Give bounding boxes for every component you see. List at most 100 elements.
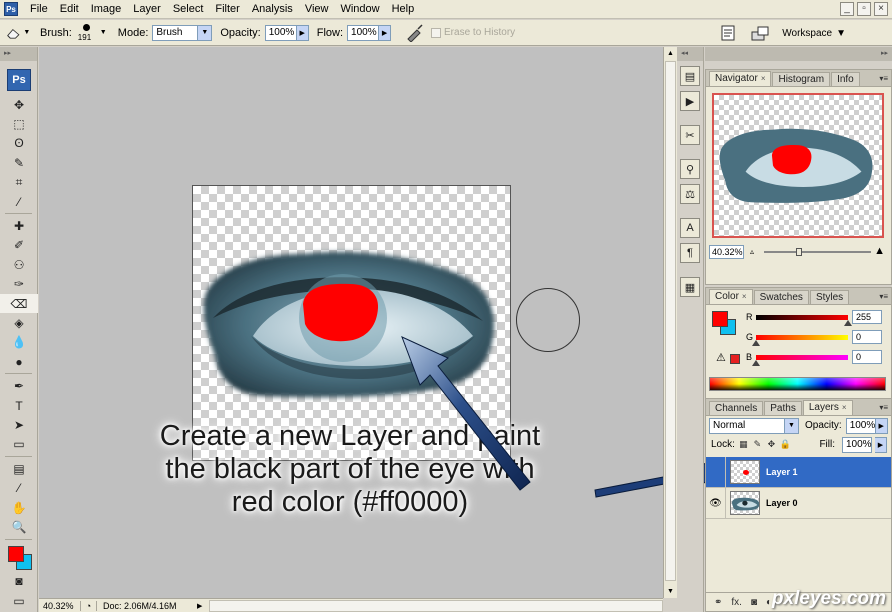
lock-position-icon[interactable]: ✥ xyxy=(766,439,777,450)
panel-menu-icon[interactable]: ▾≡ xyxy=(879,72,888,86)
blue-channel-input[interactable]: 0 xyxy=(852,350,882,364)
color-foreground-swatch[interactable] xyxy=(712,311,728,327)
panel-menu-icon[interactable]: ▾≡ xyxy=(879,401,888,415)
layer-style-icon[interactable]: fx. xyxy=(731,597,742,608)
bridge-icon[interactable] xyxy=(750,24,770,42)
document-icon[interactable] xyxy=(718,24,738,42)
restore-button[interactable]: ▫ xyxy=(857,2,871,16)
flow-input[interactable]: 100% xyxy=(347,24,380,41)
menu-window[interactable]: Window xyxy=(334,0,385,19)
status-icon[interactable]: ◔ xyxy=(81,600,97,611)
notes-icon[interactable]: ▤ xyxy=(0,459,38,478)
layer-name[interactable]: Layer 0 xyxy=(766,498,798,508)
menu-layer[interactable]: Layer xyxy=(127,0,167,19)
pen-icon[interactable]: ✒ xyxy=(0,376,38,395)
actions-panel-icon[interactable]: ▶ xyxy=(680,91,700,111)
vertical-scrollbar[interactable]: ▲ ▼ xyxy=(663,47,677,598)
menu-select[interactable]: Select xyxy=(167,0,210,19)
brush-dropdown-icon[interactable]: ▼ xyxy=(100,29,110,36)
tab-channels[interactable]: Channels xyxy=(709,401,764,415)
airbrush-icon[interactable] xyxy=(405,23,425,42)
eyedropper2-icon[interactable]: ⁄ xyxy=(0,478,38,497)
paragraph-panel-icon[interactable]: ¶ xyxy=(680,243,700,263)
lock-all-icon[interactable]: 🔒 xyxy=(780,439,791,450)
clone-source-icon[interactable]: ⚖ xyxy=(680,184,700,204)
navigator-zoom-input[interactable]: 40.32% xyxy=(709,245,744,259)
fill-slider-button[interactable]: ▶ xyxy=(875,436,887,453)
status-menu-icon[interactable]: ▶ xyxy=(197,602,209,610)
marquee-icon[interactable]: ⬚ xyxy=(0,114,38,133)
tab-layers[interactable]: Layers × xyxy=(802,400,853,415)
tab-color[interactable]: Color × xyxy=(709,289,753,304)
menu-file[interactable]: File xyxy=(24,0,54,19)
layer-row-layer-1[interactable]: Layer 1 xyxy=(706,456,891,488)
quick-mask-icon[interactable]: ◙ xyxy=(0,572,38,591)
red-channel-input[interactable]: 255 xyxy=(852,310,882,324)
layer-opacity-slider-button[interactable]: ▶ xyxy=(875,417,888,434)
paint-bucket-icon[interactable]: ◈ xyxy=(0,313,38,332)
eye-icon[interactable]: 👁 xyxy=(706,487,726,519)
menu-edit[interactable]: Edit xyxy=(54,0,85,19)
layer-row-layer-0[interactable]: 👁 Layer 0 xyxy=(706,487,891,519)
path-select-icon[interactable]: ➤ xyxy=(0,415,38,434)
close-button[interactable]: × xyxy=(874,2,888,16)
hand-icon[interactable]: ✋ xyxy=(0,498,38,517)
lock-pixels-icon[interactable]: ✎ xyxy=(752,439,763,450)
minimize-button[interactable]: _ xyxy=(840,2,854,16)
gamut-warning-icon[interactable]: ⚠ xyxy=(716,351,726,364)
toolbox-grip[interactable]: ▸▸ xyxy=(0,47,37,61)
link-layers-icon[interactable]: ⚭ xyxy=(714,597,722,608)
tab-navigator[interactable]: Navigator × xyxy=(709,71,772,86)
fill-input[interactable]: 100% xyxy=(842,436,872,453)
eraser-icon[interactable]: ⌫ xyxy=(0,293,38,314)
zoom-in-icon[interactable]: ▲ xyxy=(874,245,885,257)
horizontal-scrollbar[interactable] xyxy=(209,599,663,612)
blend-mode-select[interactable]: Normal ▼ xyxy=(709,417,799,434)
lock-transparency-icon[interactable]: ▦ xyxy=(738,439,749,450)
panel-menu-icon[interactable]: ▾≡ xyxy=(879,290,888,304)
strip-grip[interactable]: ◂◂ xyxy=(677,47,703,61)
green-channel-slider[interactable] xyxy=(752,334,848,346)
close-icon[interactable]: × xyxy=(742,292,747,301)
tool-presets-icon[interactable]: ✂ xyxy=(680,125,700,145)
move-icon[interactable]: ✥ xyxy=(0,95,38,114)
menu-view[interactable]: View xyxy=(299,0,335,19)
close-icon[interactable]: × xyxy=(761,74,766,83)
green-slider-knob[interactable] xyxy=(752,339,760,346)
foreground-color-swatch[interactable] xyxy=(8,545,24,562)
type-icon[interactable]: T xyxy=(0,396,38,415)
blue-slider-knob[interactable] xyxy=(752,359,760,366)
layer-comps-icon[interactable]: ▦ xyxy=(680,277,700,297)
navigator-zoom-slider[interactable]: ▵ ▲ xyxy=(748,245,887,259)
layer-0-thumbnail[interactable] xyxy=(730,491,760,515)
opacity-slider-button[interactable]: ▶ xyxy=(296,24,309,41)
zoom-icon[interactable]: 🔍 xyxy=(0,517,38,536)
menu-image[interactable]: Image xyxy=(85,0,128,19)
screen-mode-icon[interactable]: ▭ xyxy=(0,591,38,610)
layer-opacity-input[interactable]: 100% xyxy=(845,417,876,434)
brush-icon[interactable]: ✐ xyxy=(0,236,38,255)
green-channel-input[interactable]: 0 xyxy=(852,330,882,344)
navigator-preview[interactable] xyxy=(712,93,884,238)
character-panel-icon[interactable]: A xyxy=(680,218,700,238)
blue-channel-slider[interactable] xyxy=(752,354,848,366)
scroll-down-icon[interactable]: ▼ xyxy=(664,585,677,598)
history-panel-icon[interactable]: ▤ xyxy=(680,66,700,86)
menu-help[interactable]: Help xyxy=(386,0,421,19)
crop-icon[interactable]: ⌗ xyxy=(0,173,38,192)
eyedropper-icon[interactable]: ⁄ xyxy=(0,192,38,211)
tool-preset-picker[interactable]: ▼ xyxy=(6,23,32,43)
layer-visibility-toggle[interactable] xyxy=(706,456,726,488)
color-spectrum[interactable] xyxy=(709,377,886,391)
tab-swatches[interactable]: Swatches xyxy=(753,290,809,304)
dodge-icon[interactable]: ● xyxy=(0,352,38,371)
zoom-out-icon[interactable]: ▵ xyxy=(750,247,754,256)
mode-select[interactable]: Brush ▼ xyxy=(152,24,213,41)
tab-histogram[interactable]: Histogram xyxy=(772,72,831,86)
stamp-icon[interactable]: ⚇ xyxy=(0,255,38,274)
close-icon[interactable]: × xyxy=(842,403,847,412)
lasso-icon[interactable]: ʘ xyxy=(0,134,38,153)
menu-analysis[interactable]: Analysis xyxy=(246,0,299,19)
menu-filter[interactable]: Filter xyxy=(209,0,245,19)
flow-slider-button[interactable]: ▶ xyxy=(379,24,392,41)
